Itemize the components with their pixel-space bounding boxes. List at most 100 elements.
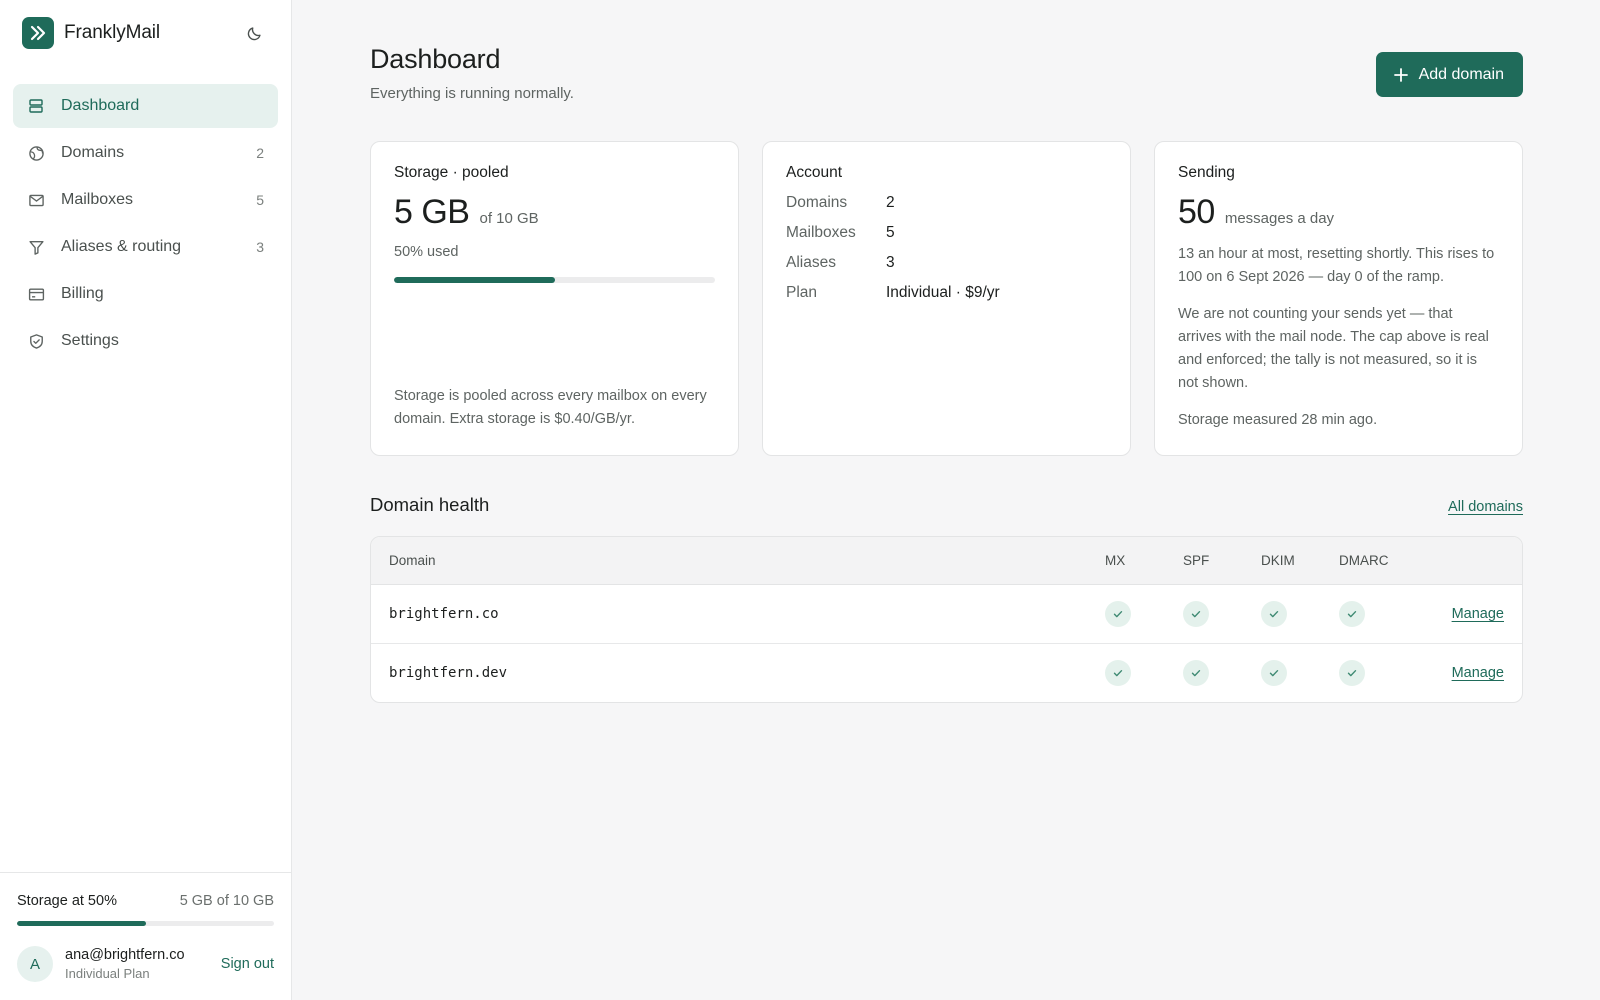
storage-progress-fill — [17, 921, 146, 926]
domain-name: brightfern.co — [389, 606, 499, 622]
account-row-aliases: Aliases 3 — [786, 254, 1107, 272]
sidebar-item-label: Domains — [61, 144, 125, 161]
sidebar-item-label: Settings — [61, 332, 119, 349]
add-domain-label: Add domain — [1418, 65, 1504, 83]
check-icon — [1105, 601, 1131, 627]
sidebar-item-label: Billing — [61, 285, 104, 302]
page-subtitle: Everything is running normally. — [370, 85, 574, 102]
dashboard-icon — [27, 97, 45, 115]
globe-icon — [27, 144, 45, 162]
sidebar-item-label: Dashboard — [61, 97, 140, 114]
column-spf: SPF — [1183, 553, 1210, 568]
column-domain: Domain — [389, 553, 436, 568]
page-title: Dashboard — [370, 44, 501, 74]
mail-icon — [27, 191, 45, 209]
storage-total: of 10 GB — [479, 210, 539, 227]
user-info: ana@brightfern.co Individual Plan — [65, 947, 185, 981]
table-header: Domain MX SPF DKIM DMARC — [371, 537, 1522, 585]
check-icon — [1261, 601, 1287, 627]
manage-link[interactable]: Manage — [1452, 665, 1504, 681]
sidebar-item-settings[interactable]: Settings — [13, 319, 278, 363]
storage-used: 50% used — [394, 244, 459, 260]
storage-label: Storage at 50% — [17, 893, 117, 909]
domain-health-table: Domain MX SPF DKIM DMARC brightfern.co M… — [370, 536, 1523, 703]
sending-amount-row: 50 messages a day — [1178, 193, 1499, 232]
check-icon — [1105, 660, 1131, 686]
check-icon — [1183, 601, 1209, 627]
storage-card: Storage · pooled 5 GB of 10 GB 50% used … — [370, 141, 739, 456]
sidebar-item-label: Aliases & routing — [61, 238, 182, 255]
sending-card: Sending 50 messages a day 13 an hour at … — [1154, 141, 1523, 456]
account-key: Mailboxes — [786, 224, 856, 241]
check-icon — [1339, 601, 1365, 627]
check-icon — [1183, 660, 1209, 686]
account-card: Account Domains 2 Mailboxes 5 Aliases 3 … — [762, 141, 1131, 456]
account-key: Aliases — [786, 254, 836, 271]
storage-card-progress-fill — [394, 277, 555, 283]
sending-card-title: Sending — [1178, 164, 1235, 181]
storage-progress-bar — [17, 921, 274, 926]
column-dmarc: DMARC — [1339, 553, 1389, 568]
shield-icon — [27, 332, 45, 350]
account-value: 3 — [886, 254, 895, 271]
sidebar-item-domains[interactable]: Domains 2 — [13, 131, 278, 175]
filter-icon — [27, 238, 45, 256]
card-icon — [27, 285, 45, 303]
check-icon — [1339, 660, 1365, 686]
account-value: 5 — [886, 224, 895, 241]
domain-health-title: Domain health — [370, 494, 490, 515]
column-dkim: DKIM — [1261, 553, 1295, 568]
storage-note: Storage is pooled across every mailbox o… — [394, 388, 707, 427]
manage-link[interactable]: Manage — [1452, 606, 1504, 622]
storage-measured-note: Storage measured 28 min ago. — [1178, 412, 1378, 428]
sidebar-item-aliases[interactable]: Aliases & routing 3 — [13, 225, 278, 269]
sending-rate-note: 13 an hour at most, resetting shortly. T… — [1178, 246, 1495, 285]
storage-summary: Storage at 50% 5 GB of 10 GB — [17, 893, 274, 909]
table-row: brightfern.co Manage — [371, 585, 1522, 644]
sidebar: FranklyMail Dashboard Domains 2 Mailboxe… — [0, 0, 292, 1000]
sending-limit: 50 — [1178, 193, 1215, 231]
logo-icon[interactable] — [22, 17, 54, 49]
storage-value: 5 GB of 10 GB — [179, 893, 274, 909]
sidebar-item-dashboard[interactable]: Dashboard — [13, 84, 278, 128]
account-row-mailboxes: Mailboxes 5 — [786, 224, 1107, 242]
account-key: Plan — [786, 284, 818, 301]
account-row-plan: Plan Individual · $9/yr — [786, 284, 1107, 302]
add-domain-button[interactable]: Add domain — [1375, 52, 1523, 97]
storage-amount-row: 5 GB of 10 GB — [394, 193, 715, 232]
domain-name: brightfern.dev — [389, 665, 508, 681]
sidebar-footer: Storage at 50% 5 GB of 10 GB A ana@brigh… — [0, 872, 291, 1000]
storage-amount: 5 GB — [394, 193, 470, 231]
account-value: 2 — [886, 194, 895, 211]
app-name: FranklyMail — [64, 22, 161, 43]
aliases-count: 3 — [256, 239, 264, 255]
storage-card-progress-bar — [394, 277, 715, 283]
user-plan: Individual Plan — [65, 966, 150, 981]
avatar[interactable]: A — [17, 946, 53, 982]
brand: FranklyMail — [0, 0, 291, 66]
account-key: Domains — [786, 194, 848, 211]
sign-out-button[interactable]: Sign out — [221, 956, 274, 972]
page-header: Dashboard Everything is running normally… — [370, 44, 1523, 102]
account-value: Individual · $9/yr — [886, 284, 1000, 301]
mailboxes-count: 5 — [256, 192, 264, 208]
column-mx: MX — [1105, 553, 1126, 568]
account-row-domains: Domains 2 — [786, 194, 1107, 212]
sending-unit: messages a day — [1224, 210, 1335, 227]
table-row: brightfern.dev Manage — [371, 644, 1522, 702]
sidebar-item-billing[interactable]: Billing — [13, 272, 278, 316]
user-profile: A ana@brightfern.co Individual Plan Sign… — [17, 946, 274, 982]
account-card-title: Account — [786, 164, 843, 181]
sending-count-note: We are not counting your sends yet — tha… — [1178, 306, 1489, 391]
main-content: Dashboard Everything is running normally… — [292, 0, 1600, 1000]
sidebar-item-mailboxes[interactable]: Mailboxes 5 — [13, 178, 278, 222]
moon-icon[interactable] — [241, 19, 269, 47]
domain-health-header: Domain health All domains — [370, 494, 1523, 516]
summary-cards: Storage · pooled 5 GB of 10 GB 50% used … — [370, 141, 1523, 456]
check-icon — [1261, 660, 1287, 686]
storage-card-title: Storage · pooled — [394, 164, 509, 181]
plus-icon — [1393, 67, 1409, 83]
all-domains-link[interactable]: All domains — [1448, 499, 1523, 515]
user-email: ana@brightfern.co — [65, 947, 185, 963]
sidebar-item-label: Mailboxes — [61, 191, 134, 208]
